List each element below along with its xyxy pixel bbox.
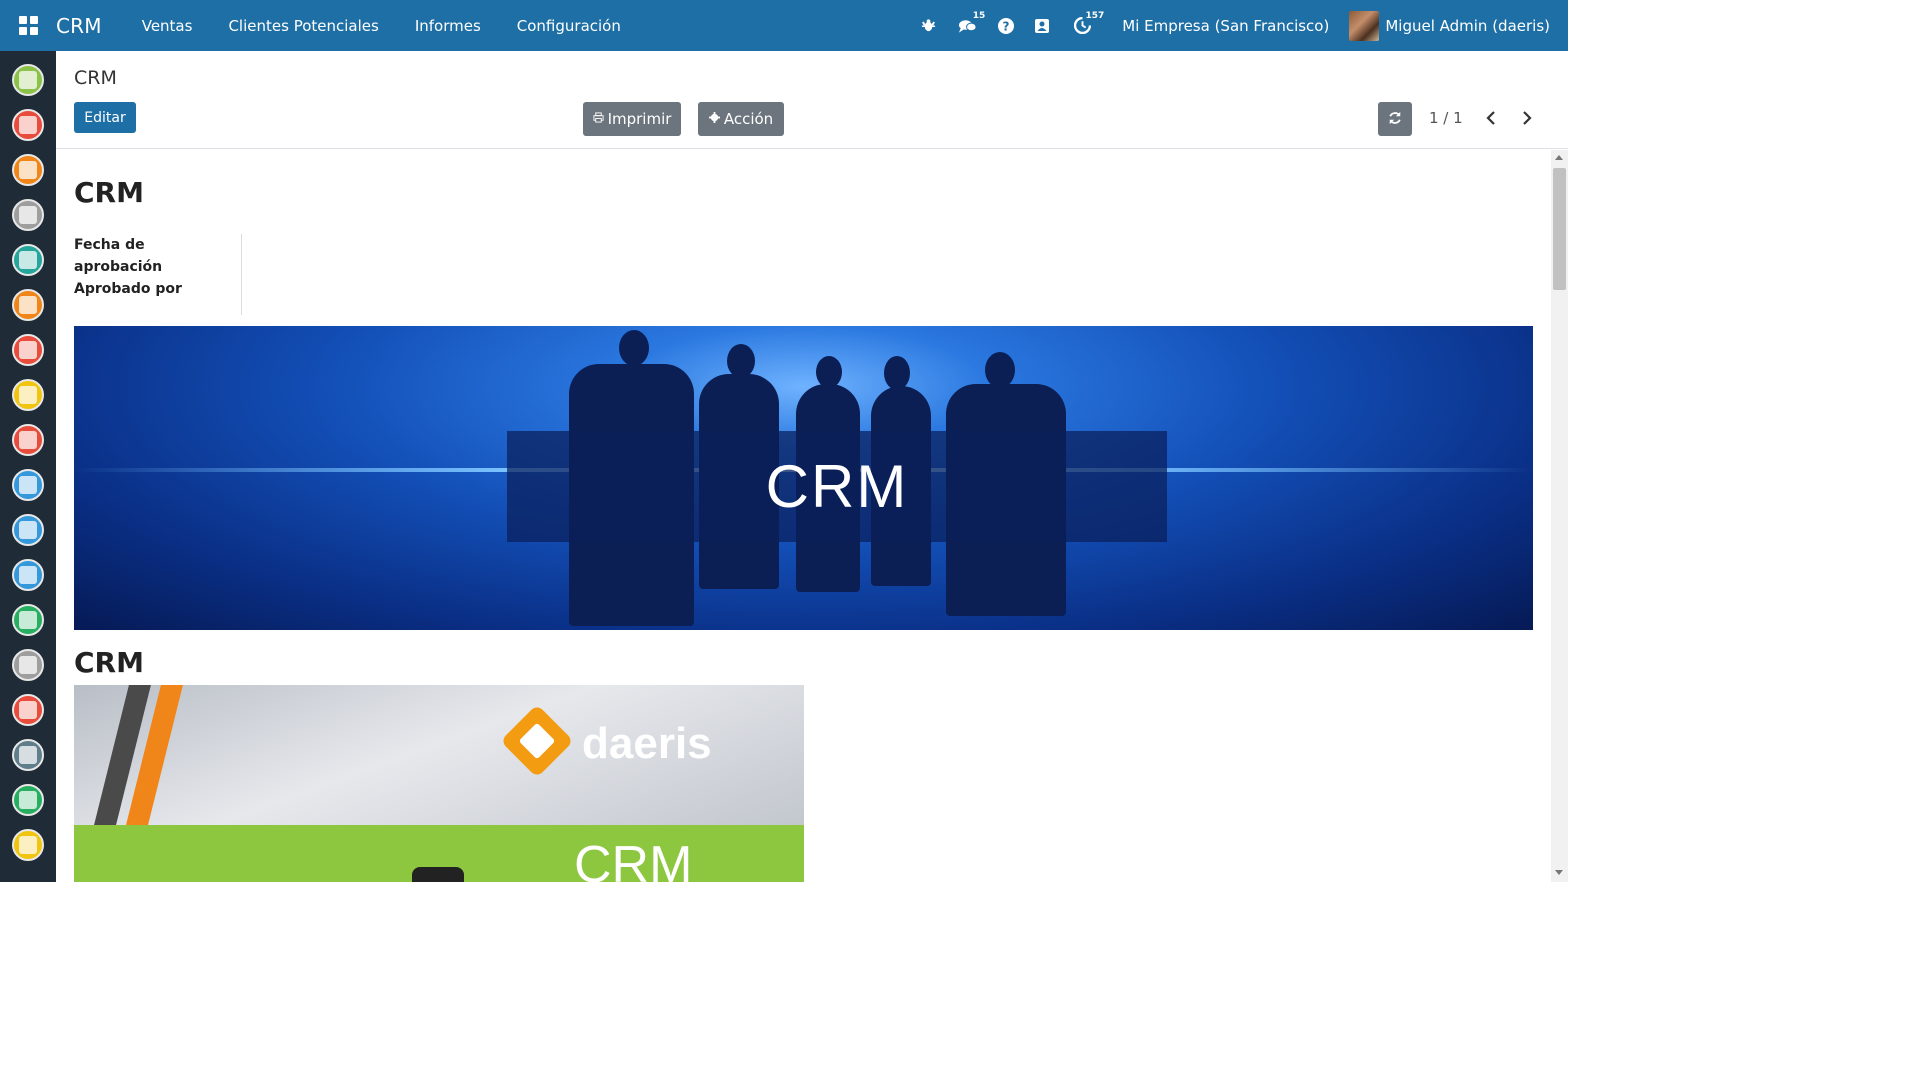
crm-icon-glyph [19, 296, 37, 314]
chevron-right-icon [1522, 110, 1532, 129]
invoicing-icon-glyph [19, 521, 37, 539]
contacts-icon-glyph [19, 206, 37, 224]
video-title-text: CRM [574, 836, 693, 882]
print-button[interactable]: Imprimir [583, 102, 681, 136]
discuss-icon[interactable] [12, 64, 44, 96]
crm-banner-image: CRM [74, 326, 1533, 630]
maintenance-icon[interactable] [12, 604, 44, 636]
main-navbar: CRM Ventas Clientes Potenciales Informes… [0, 0, 1568, 51]
user-menu[interactable]: Miguel Admin (daeris) [1349, 10, 1568, 41]
menu-configuracion[interactable]: Configuración [499, 0, 639, 51]
website-icon[interactable] [12, 379, 44, 411]
calendar-icon[interactable] [12, 109, 44, 141]
help-icon[interactable]: ? [988, 0, 1024, 51]
maintenance-icon-glyph [19, 611, 37, 629]
notes-icon[interactable] [12, 154, 44, 186]
avatar [1349, 10, 1380, 41]
website-icon-glyph [19, 386, 37, 404]
messages-icon[interactable]: 15 [946, 0, 988, 51]
action-button[interactable]: Acción [698, 102, 784, 136]
video-brand-text: daeris [582, 719, 712, 768]
notes-icon-glyph [19, 161, 37, 179]
action-label: Acción [723, 110, 774, 128]
approval-date-label: Fecha de aprobación [74, 237, 163, 275]
play-icon[interactable] [412, 867, 464, 882]
gear-icon [708, 112, 720, 126]
edit-button[interactable]: Editar [74, 102, 136, 133]
messages-count-badge: 15 [970, 11, 988, 21]
crm-icon[interactable] [12, 289, 44, 321]
app-sidebar [0, 51, 56, 882]
shop-icon[interactable] [12, 649, 44, 681]
point-of-sale-icon[interactable] [12, 469, 44, 501]
discuss-icon-glyph [19, 71, 37, 89]
surveys-icon-glyph [19, 746, 37, 764]
section-title: CRM [74, 646, 144, 679]
planning-icon-glyph [19, 566, 37, 584]
chevron-left-icon [1486, 110, 1496, 129]
inventory-icon[interactable] [12, 829, 44, 861]
invoicing-icon[interactable] [12, 514, 44, 546]
events-icon-glyph [19, 701, 37, 719]
approved-by-label: Aprobado por [74, 281, 182, 297]
calendar-icon-glyph [19, 116, 37, 134]
point-of-sale-icon-glyph [19, 476, 37, 494]
field-labels: Fecha de aprobación Aprobado por [74, 234, 242, 315]
expenses-icon-glyph [19, 431, 37, 449]
main-content: CRM Editar Imprimir Acción 1 / 1 CRM Fec… [56, 51, 1568, 882]
control-panel: CRM Editar Imprimir Acción 1 / 1 [56, 51, 1568, 149]
contacts-icon[interactable] [12, 199, 44, 231]
svg-text:?: ? [1003, 19, 1010, 33]
breadcrumb[interactable]: CRM [74, 67, 117, 89]
events-icon[interactable] [12, 694, 44, 726]
silhouette-head [884, 356, 910, 390]
menu-informes[interactable]: Informes [397, 0, 499, 51]
refresh-icon [1388, 110, 1402, 129]
pager-value[interactable]: 1 / 1 [1429, 109, 1463, 127]
contact-card-icon[interactable] [1024, 0, 1060, 51]
employees-icon-glyph [19, 251, 37, 269]
app-name[interactable]: CRM [56, 14, 102, 38]
scroll-down-icon[interactable] [1555, 870, 1563, 875]
form-sheet: CRM Fecha de aprobación Aprobado por CRM… [56, 150, 1551, 882]
sales-icon-glyph [19, 341, 37, 359]
print-icon [593, 112, 604, 126]
silhouette-head [619, 330, 649, 366]
scroll-up-icon[interactable] [1555, 155, 1563, 160]
menu-ventas[interactable]: Ventas [124, 0, 211, 51]
app-menu-icon[interactable] [0, 0, 56, 51]
video-embed[interactable]: daeris CRM [74, 685, 804, 882]
inventory-icon-glyph [19, 836, 37, 854]
silhouette-head [727, 344, 755, 378]
activities-count-badge: 157 [1083, 11, 1107, 21]
silhouette-head [985, 352, 1015, 388]
expenses-icon[interactable] [12, 424, 44, 456]
pager-previous-button[interactable] [1479, 105, 1503, 133]
scrollbar[interactable] [1551, 150, 1568, 882]
surveys-icon[interactable] [12, 739, 44, 771]
sales-icon[interactable] [12, 334, 44, 366]
company-switcher[interactable]: Mi Empresa (San Francisco) [1104, 17, 1349, 35]
planning-icon[interactable] [12, 559, 44, 591]
scrollbar-thumb[interactable] [1553, 168, 1566, 290]
marketing-icon[interactable] [12, 784, 44, 816]
print-label: Imprimir [607, 110, 672, 128]
page-title: CRM [74, 176, 144, 209]
banner-text: CRM [765, 453, 909, 520]
debug-icon[interactable] [910, 0, 946, 51]
shop-icon-glyph [19, 656, 37, 674]
activities-icon[interactable]: 157 [1060, 0, 1107, 51]
marketing-icon-glyph [19, 791, 37, 809]
user-name: Miguel Admin (daeris) [1385, 16, 1550, 35]
employees-icon[interactable] [12, 244, 44, 276]
pager-next-button[interactable] [1515, 105, 1539, 133]
menu-clientes-potenciales[interactable]: Clientes Potenciales [210, 0, 396, 51]
refresh-button[interactable] [1378, 102, 1412, 136]
